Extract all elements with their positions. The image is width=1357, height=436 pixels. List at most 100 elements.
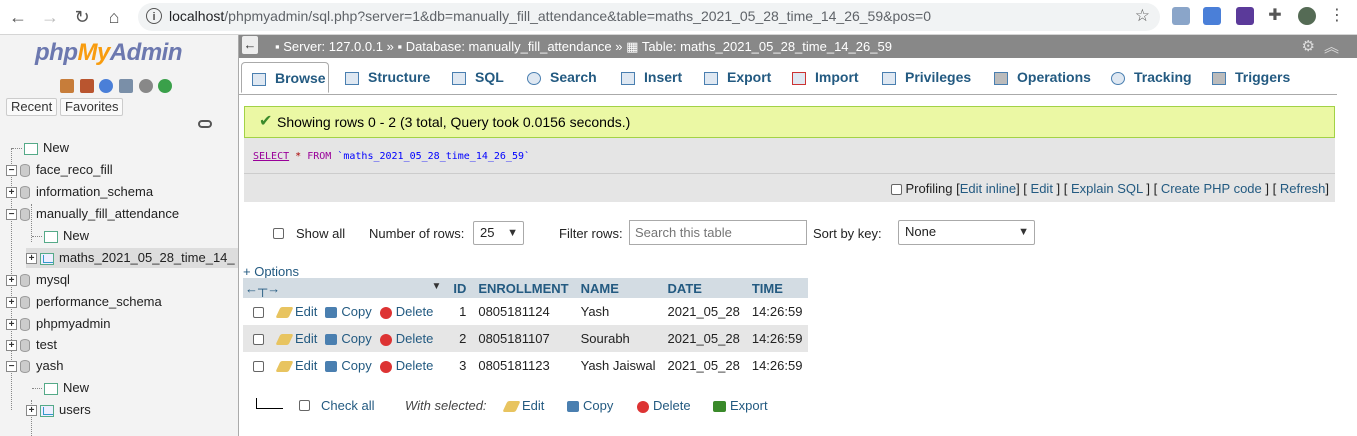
k-extension-icon[interactable] xyxy=(1236,7,1254,25)
row-checkbox[interactable] xyxy=(253,307,264,319)
tree-table-maths[interactable]: + maths_2021_05_28_time_14_ xyxy=(26,248,238,268)
sort-dropdown-icon[interactable]: ▼ xyxy=(431,281,441,292)
reload-icon[interactable]: ↻ xyxy=(70,5,94,29)
expand-icon[interactable]: + xyxy=(6,340,17,352)
column-date[interactable]: DATE xyxy=(661,278,746,298)
expand-icon[interactable]: + xyxy=(26,253,37,265)
image-extension-icon[interactable] xyxy=(1172,7,1190,25)
tree-item-new-table[interactable]: New xyxy=(32,226,89,246)
collapse-up-icon[interactable]: ︽ xyxy=(1324,36,1339,57)
tree-item-new-table[interactable]: New xyxy=(32,378,89,398)
help-icon[interactable] xyxy=(99,78,114,93)
edit-row-button[interactable]: Edit xyxy=(275,304,317,319)
gear-icon[interactable]: ⚙ xyxy=(1302,37,1315,55)
settings-gear-icon[interactable] xyxy=(138,78,153,93)
bulk-export-button[interactable]: Export xyxy=(713,398,768,413)
column-time[interactable]: TIME xyxy=(745,278,809,298)
breadcrumb-database[interactable]: Database: manually_fill_attendance xyxy=(406,39,612,54)
edit-inline-link[interactable]: Edit inline xyxy=(960,181,1016,196)
link-icon[interactable] xyxy=(198,120,212,128)
logout-icon[interactable] xyxy=(79,78,94,93)
explain-sql-link[interactable]: Explain SQL xyxy=(1071,181,1143,196)
copy-row-button[interactable]: Copy xyxy=(325,331,372,346)
copy-row-button[interactable]: Copy xyxy=(325,304,372,319)
home-icon[interactable]: ⌂ xyxy=(102,5,126,29)
tab-structure[interactable]: Structure xyxy=(345,62,430,93)
tree-db-mysql[interactable]: + mysql xyxy=(6,270,70,290)
column-name[interactable]: NAME xyxy=(574,278,662,298)
expand-icon[interactable]: + xyxy=(6,187,17,199)
sort-by-select[interactable]: None ▼ xyxy=(898,220,1035,245)
bulk-edit-button[interactable]: Edit xyxy=(502,398,544,413)
tab-insert[interactable]: Insert xyxy=(621,62,682,93)
back-arrow-icon[interactable]: ← xyxy=(242,36,258,54)
address-bar[interactable]: i localhost/phpmyadmin/sql.php?server=1&… xyxy=(138,3,1160,31)
edit-row-button[interactable]: Edit xyxy=(275,331,317,346)
cell-date[interactable]: 2021_05_28 xyxy=(662,298,746,325)
tab-search[interactable]: Search xyxy=(527,62,597,93)
collapse-icon[interactable]: − xyxy=(6,165,17,177)
forward-arrow-icon[interactable]: → xyxy=(38,5,62,29)
browser-menu-icon[interactable]: ⋮ xyxy=(1328,7,1346,25)
cell-date[interactable]: 2021_05_28 xyxy=(662,352,746,379)
delete-row-button[interactable]: Delete xyxy=(379,331,433,346)
tree-item-new[interactable]: New xyxy=(12,138,69,158)
tree-db-phpmyadmin[interactable]: + phpmyadmin xyxy=(6,314,110,334)
column-id[interactable]: ID xyxy=(447,278,473,298)
tab-export[interactable]: Export xyxy=(704,62,771,93)
cell-enrollment[interactable]: 0805181123 xyxy=(472,352,574,379)
check-all-checkbox[interactable] xyxy=(299,400,310,411)
bulk-delete-button[interactable]: Delete xyxy=(637,398,691,413)
cell-name[interactable]: Yash xyxy=(575,298,662,325)
cell-id[interactable]: 3 xyxy=(447,352,472,379)
home-icon[interactable] xyxy=(60,78,74,93)
translate-extension-icon[interactable] xyxy=(1203,7,1221,25)
row-checkbox[interactable] xyxy=(253,361,264,373)
show-all-checkbox[interactable] xyxy=(273,228,284,239)
expand-icon[interactable]: + xyxy=(6,297,17,309)
tab-tracking[interactable]: Tracking xyxy=(1111,62,1192,93)
profile-avatar[interactable] xyxy=(1298,7,1316,25)
cell-enrollment[interactable]: 0805181107 xyxy=(472,325,575,352)
copy-row-button[interactable]: Copy xyxy=(325,358,372,373)
rows-select[interactable]: 25 ▼ xyxy=(473,221,524,245)
expand-icon[interactable]: + xyxy=(6,275,17,287)
check-all-label[interactable]: Check all xyxy=(321,398,374,413)
cell-name[interactable]: Sourabh xyxy=(574,325,662,352)
tree-db-information-schema[interactable]: + information_schema xyxy=(6,182,153,202)
filter-rows-input[interactable]: Search this table xyxy=(629,220,807,245)
tab-privileges[interactable]: Privileges xyxy=(882,62,971,93)
phpmyadmin-logo[interactable]: phpMyAdmin xyxy=(35,39,183,67)
breadcrumb-server[interactable]: Server: 127.0.0.1 xyxy=(283,39,383,54)
docs-icon[interactable] xyxy=(118,78,133,93)
cell-id[interactable]: 1 xyxy=(447,298,472,325)
cell-id[interactable]: 2 xyxy=(447,325,473,352)
tree-table-users[interactable]: + users xyxy=(26,400,91,420)
options-link[interactable]: + Options xyxy=(243,264,299,279)
refresh-link[interactable]: Refresh xyxy=(1280,181,1326,196)
tree-db-test[interactable]: + test xyxy=(6,335,57,355)
column-enrollment[interactable]: ENROLLMENT xyxy=(472,278,575,298)
delete-row-button[interactable]: Delete xyxy=(379,358,433,373)
cell-time[interactable]: 14:26:59 xyxy=(745,325,809,352)
tab-import[interactable]: Import xyxy=(792,62,859,93)
puzzle-extensions-icon[interactable]: ✚ xyxy=(1266,7,1284,25)
url-text[interactable]: localhost/phpmyadmin/sql.php?server=1&db… xyxy=(169,8,931,24)
favorites-button[interactable]: Favorites xyxy=(60,98,124,116)
create-php-code-link[interactable]: Create PHP code xyxy=(1161,181,1262,196)
tab-triggers[interactable]: Triggers xyxy=(1212,62,1290,93)
cell-date[interactable]: 2021_05_28 xyxy=(661,325,746,352)
tree-db-manually-fill-attendance[interactable]: − manually_fill_attendance xyxy=(6,204,179,224)
tree-db-performance-schema[interactable]: + performance_schema xyxy=(6,292,162,312)
reload-icon[interactable] xyxy=(158,78,173,93)
tree-db-face-reco-fill[interactable]: − face_reco_fill xyxy=(6,160,113,180)
back-arrow-icon[interactable]: ← xyxy=(6,5,30,29)
expand-icon[interactable]: + xyxy=(26,405,37,417)
cell-name[interactable]: Yash Jaiswal xyxy=(575,352,662,379)
edit-row-button[interactable]: Edit xyxy=(275,358,317,373)
cell-time[interactable]: 14:26:59 xyxy=(746,352,809,379)
column-resize-icon[interactable]: ←┬→ xyxy=(245,281,280,296)
expand-icon[interactable]: + xyxy=(6,319,17,331)
edit-query-link[interactable]: Edit xyxy=(1031,181,1053,196)
bookmark-star-icon[interactable]: ☆ xyxy=(1135,6,1150,26)
